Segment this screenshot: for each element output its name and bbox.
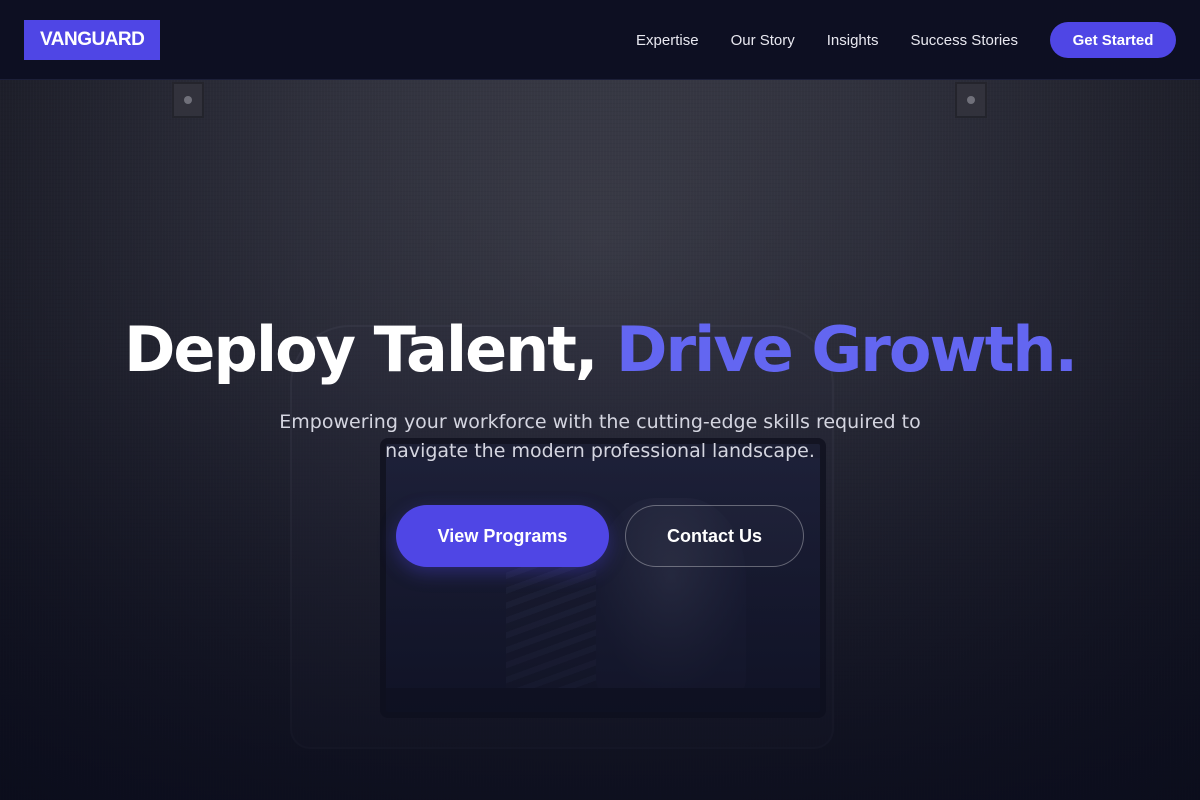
headline-primary-text: Deploy Talent,: [123, 313, 599, 386]
hero-section: Deploy Talent, Drive Growth. Empowering …: [0, 0, 1200, 800]
hero-subheadline: Empowering your workforce with the cutti…: [279, 411, 921, 462]
contact-us-button[interactable]: Contact Us: [625, 505, 804, 567]
view-programs-button[interactable]: View Programs: [396, 505, 609, 567]
headline-accent-text: Drive Growth.: [616, 313, 1078, 386]
hero-headline: Deploy Talent, Drive Growth.: [0, 306, 1200, 394]
landing-page: VANGUARD Expertise Our Story Insights Su…: [0, 0, 1200, 800]
